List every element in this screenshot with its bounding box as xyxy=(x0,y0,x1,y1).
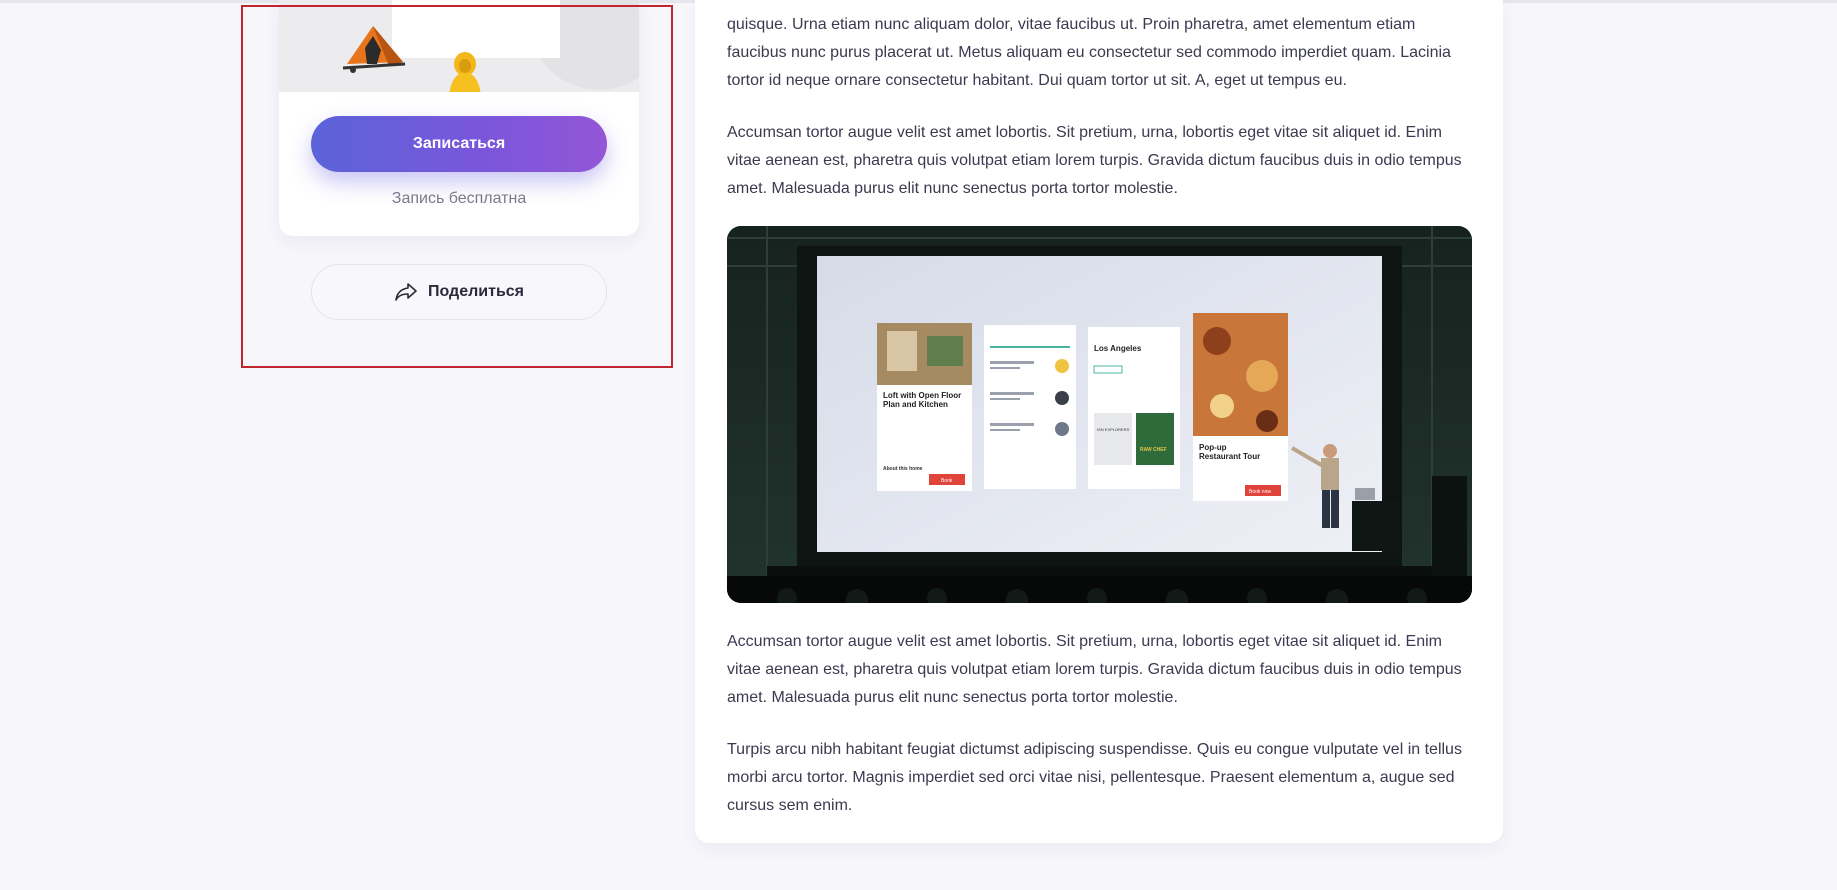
article-paragraph: Accumsan tortor augue velit est amet lob… xyxy=(727,124,1462,197)
article-paragraph: quisque. Urna etiam nunc aliquam dolor, … xyxy=(727,16,1451,89)
slide-card1-title-line1: Loft with Open Floor xyxy=(883,391,961,400)
slide-card4-title-line1: Pop-up xyxy=(1199,443,1227,452)
slide-card1-title-line2: Plan and Kitchen xyxy=(883,400,948,409)
slide-card1-button: Book xyxy=(941,478,953,484)
slide-card4-button: Book now xyxy=(1249,489,1271,495)
article-paragraph: Accumsan tortor augue velit est amet lob… xyxy=(727,633,1462,706)
article-photo: Loft with Open Floor Plan and Kitchen Ab… xyxy=(727,226,1472,603)
slide-card3-book2: RAW CHEF xyxy=(1140,447,1167,453)
sidebar-highlight-frame xyxy=(241,5,673,368)
article-paragraph: Turpis arcu nibh habitant feugiat dictum… xyxy=(727,741,1462,814)
conference-presentation-image: Loft with Open Floor Plan and Kitchen Ab… xyxy=(727,226,1472,603)
article-card: quisque. Urna etiam nunc aliquam dolor, … xyxy=(695,0,1503,843)
slide-card4-title-line2: Restaurant Tour xyxy=(1199,452,1260,461)
slide-card3-book1: ISN EXPLORERS xyxy=(1097,427,1130,432)
slide-card1-section: About this home xyxy=(883,466,923,472)
slide-card3-title: Los Angeles xyxy=(1094,344,1142,353)
